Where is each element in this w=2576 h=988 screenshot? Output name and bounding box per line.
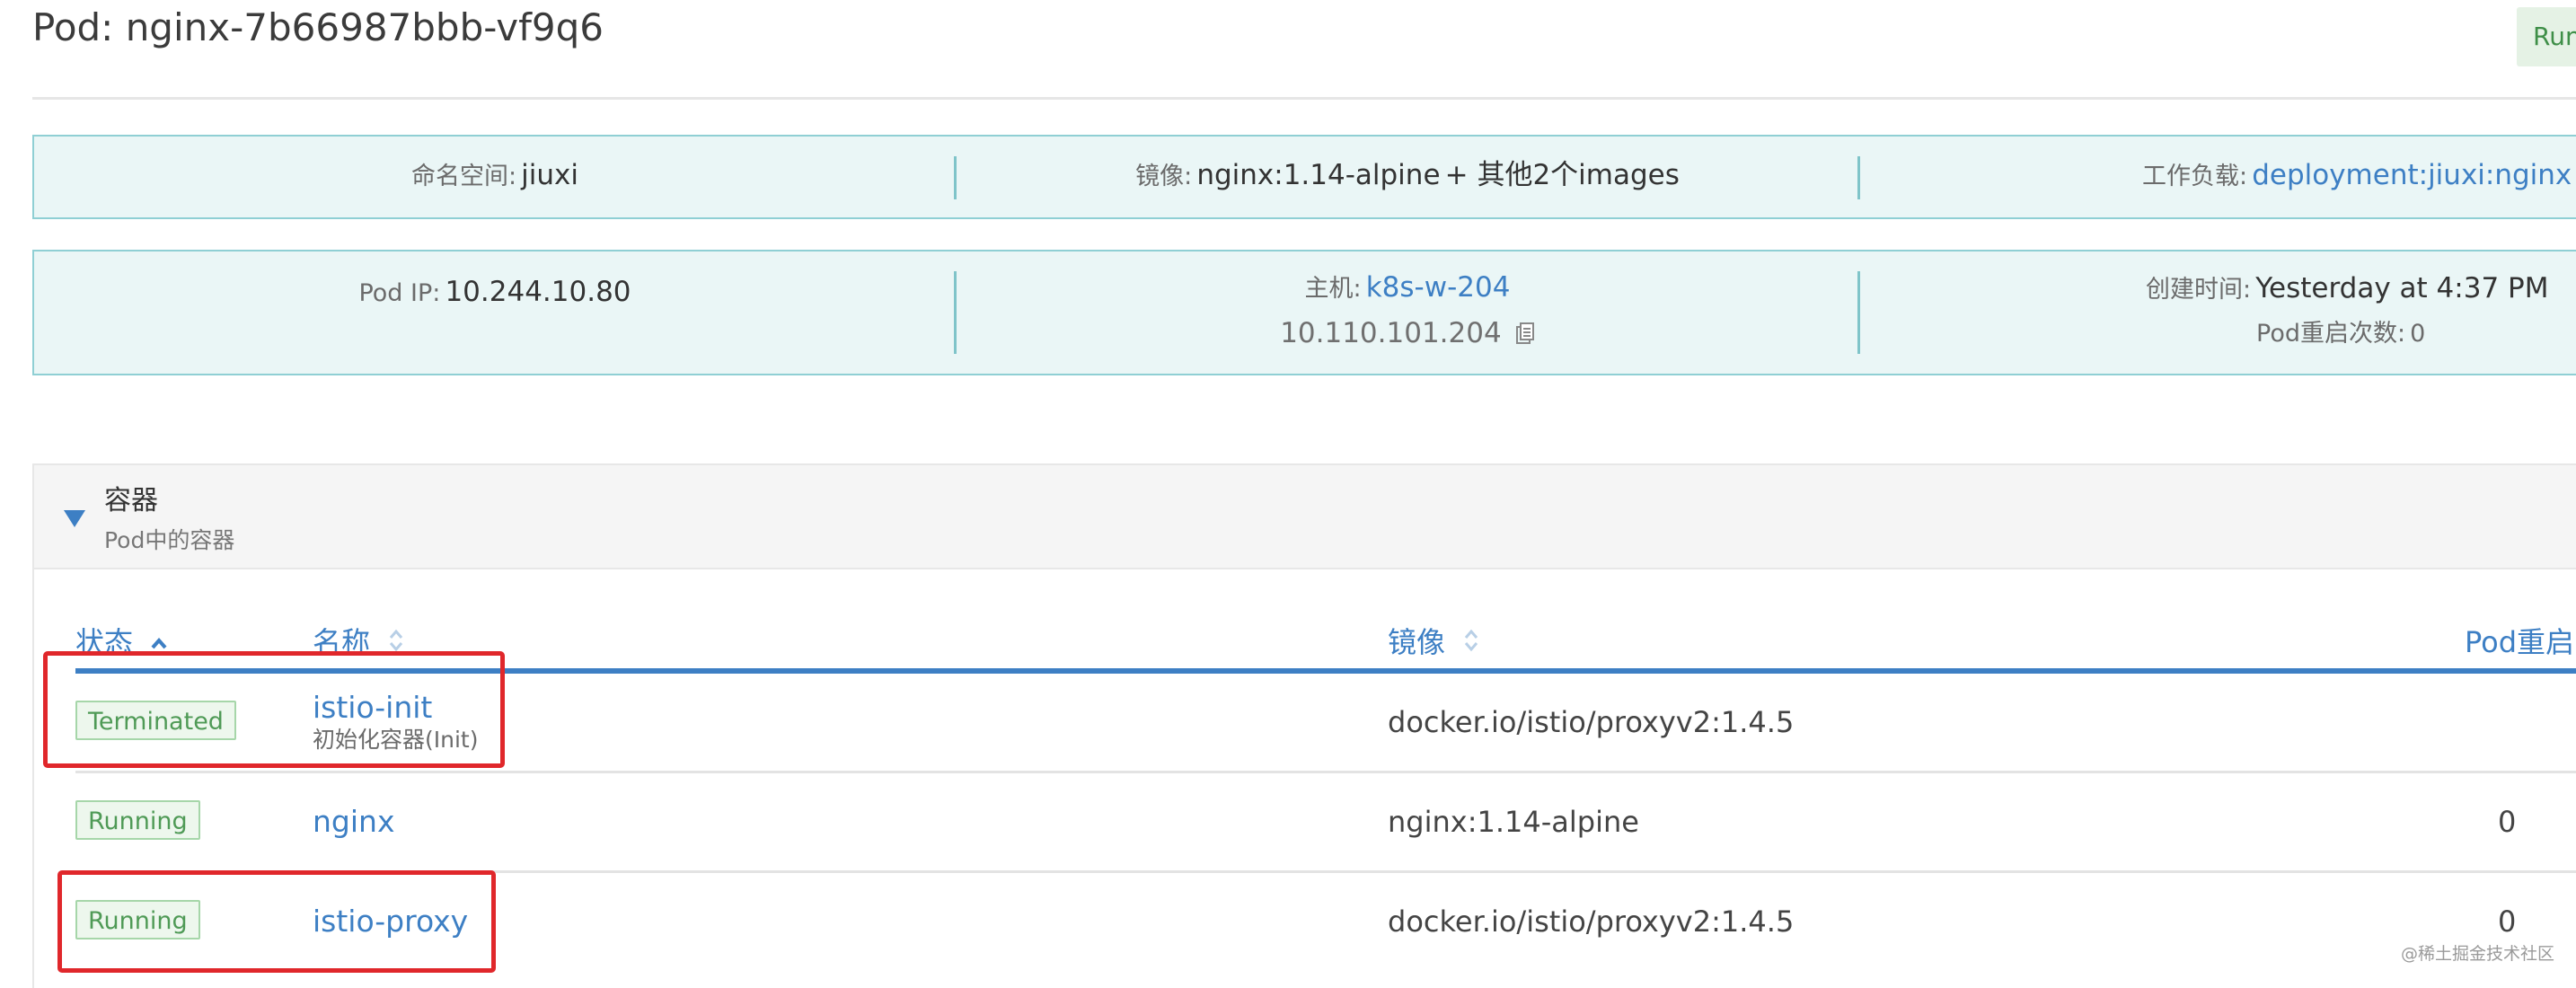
restarts-label: Pod重启次数:	[2256, 320, 2406, 348]
pod-status-badge: Running	[2517, 7, 2576, 66]
column-header-restarts[interactable]: Pod重启	[2465, 620, 2574, 661]
host-link[interactable]: k8s-w-204	[1366, 271, 1511, 304]
highlight-box	[43, 651, 505, 768]
column-header-image[interactable]: 镜像	[1388, 620, 1481, 661]
pod-ip-cell: Pod IP: 10.244.10.80	[34, 251, 956, 374]
created-label: 创建时间:	[2146, 276, 2252, 304]
page-title: Pod: nginx-7b66987bbb-vf9q6	[32, 5, 604, 49]
image-value: docker.io/istio/proxyv2:1.4.5	[1388, 705, 1795, 739]
pod-ip-label: Pod IP:	[358, 279, 441, 307]
pod-ip-value: 10.244.10.80	[445, 276, 631, 308]
title-divider	[32, 97, 2576, 100]
column-label: 镜像	[1388, 625, 1446, 659]
caret-down-icon[interactable]	[63, 508, 86, 528]
section-subtitle: Pod中的容器	[104, 527, 235, 553]
workload-label: 工作负载:	[2142, 162, 2248, 190]
highlight-box	[57, 870, 496, 973]
namespace-label: 命名空间:	[410, 162, 517, 190]
state-badge: Running	[75, 800, 200, 840]
namespace-value: jiuxi	[521, 158, 579, 191]
image-value: nginx:1.14-alpine	[1388, 805, 1639, 839]
host-ip-value: 10.110.101.204	[1280, 317, 1502, 349]
host-label: 主机:	[1304, 275, 1362, 303]
watermark: @稀土掘金技术社区	[2400, 944, 2554, 964]
namespace-cell: 命名空间: jiuxi	[34, 137, 956, 217]
name-cell: nginx	[313, 773, 394, 870]
copy-icon[interactable]	[1515, 321, 1535, 344]
restarts-value: 0	[2410, 320, 2426, 348]
pod-detail-page: Pod: nginx-7b66987bbb-vf9q6 Running 命名空间…	[0, 0, 2576, 988]
section-title: 容器	[104, 485, 158, 516]
container-name-link[interactable]: nginx	[313, 804, 394, 840]
column-label: Pod重启	[2465, 625, 2575, 659]
sort-icon	[1461, 627, 1481, 661]
table-row: Running nginx nginx:1.14-alpine 0	[75, 773, 2576, 873]
workload-cell: 工作负载: deployment:jiuxi:nginx	[1859, 137, 2576, 217]
image-cell: 镜像: nginx:1.14-alpine + 其他2个images	[956, 137, 1859, 217]
containers-section-header[interactable]: 容器 Pod中的容器	[32, 463, 2576, 569]
created-cell: 创建时间: Yesterday at 4:37 PM Pod重启次数: 0	[1859, 251, 2576, 374]
info-box-network: Pod IP: 10.244.10.80 主机: k8s-w-204 10.11…	[32, 250, 2576, 375]
info-box-basic: 命名空间: jiuxi 镜像: nginx:1.14-alpine + 其他2个…	[32, 135, 2576, 219]
created-value: Yesterday at 4:37 PM	[2255, 272, 2549, 304]
image-value: docker.io/istio/proxyv2:1.4.5	[1388, 904, 1795, 939]
restart-count: 0	[2498, 805, 2517, 839]
more-images-link[interactable]: + 其他2个images	[1445, 159, 1680, 191]
workload-link[interactable]: deployment:jiuxi:nginx	[2252, 159, 2572, 191]
host-cell: 主机: k8s-w-204 10.110.101.204	[956, 251, 1859, 374]
image-value: nginx:1.14-alpine	[1196, 158, 1441, 191]
image-label: 镜像:	[1135, 162, 1193, 190]
